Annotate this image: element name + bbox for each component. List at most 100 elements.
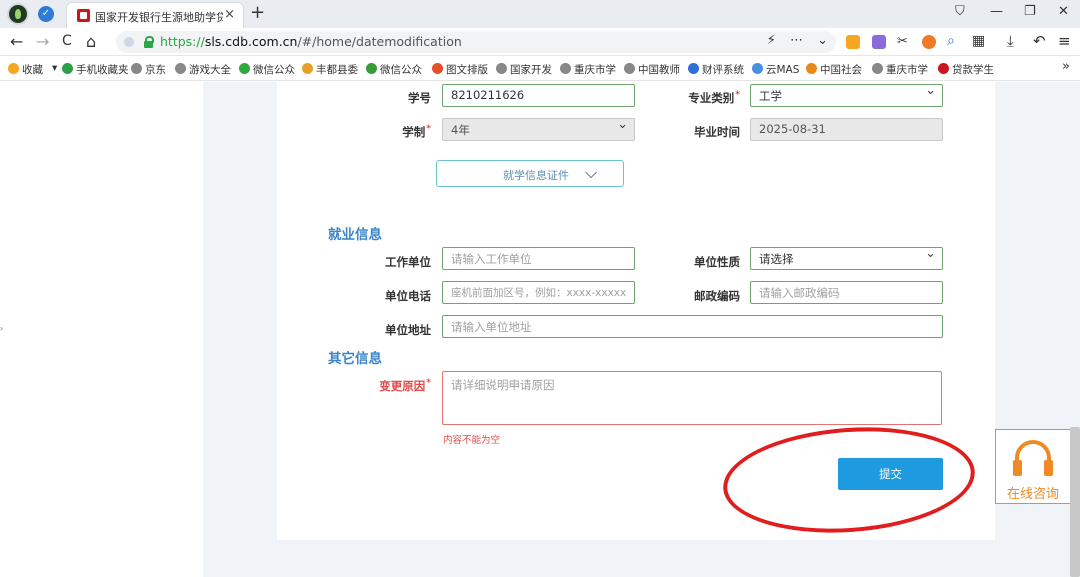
bookmark-item[interactable]: 收藏 <box>8 62 43 77</box>
employer-type-select[interactable]: 请选择 <box>750 247 943 270</box>
postal-code-input[interactable]: 请输入邮政编码 <box>750 281 943 304</box>
bookmark-icon <box>752 63 763 74</box>
employer-address-label: 单位地址 <box>385 323 431 337</box>
bookmark-item[interactable]: 丰都县委 <box>302 62 358 77</box>
undo-icon[interactable]: ↶ <box>1033 32 1046 50</box>
bookmark-label: 图文排版 <box>446 64 488 76</box>
bookmark-item[interactable]: 图文排版 <box>432 62 488 77</box>
bookmark-item[interactable]: 财评系统 <box>688 62 744 77</box>
restore-button[interactable]: ❐ <box>1024 4 1036 19</box>
extension-icon[interactable] <box>872 35 886 49</box>
address-bar-actions[interactable]: ⚡ ⋯ ⌄ <box>767 33 828 48</box>
browser-tab[interactable]: 国家开发银行生源地助学贷款 × <box>66 2 244 28</box>
shirt-skin-icon[interactable]: ⛉ <box>955 4 965 19</box>
bookmark-item[interactable]: 贷款学生 <box>938 62 994 77</box>
graduation-date-field[interactable]: 2025-08-31 <box>750 118 943 141</box>
back-button[interactable]: ← <box>10 32 23 51</box>
shield-icon[interactable]: ✓ <box>38 6 54 22</box>
home-button[interactable]: ⌂ <box>86 32 96 51</box>
change-reason-textarea[interactable]: 请详细说明申请原因 <box>442 371 942 425</box>
bookmark-label: 手机收藏夹 <box>76 64 129 76</box>
employer-phone-input[interactable]: 座机前面加区号，例如：xxxx-xxxxx <box>442 281 635 304</box>
url-text[interactable]: https://sls.cdb.com.cn/#/home/datemodifi… <box>160 34 462 49</box>
employer-label: 工作单位 <box>385 255 431 269</box>
bookmark-label: ▾ <box>52 62 58 74</box>
form-panel: 学号 8210211626 专业类别* 工学 学制* 4年 毕业时间 2025-… <box>277 82 995 541</box>
bookmark-item[interactable]: 中国社会 <box>806 62 862 77</box>
bookmark-item[interactable]: 云MAS <box>752 62 799 77</box>
bookmark-item[interactable]: 微信公众 <box>366 62 422 77</box>
bookmark-icon <box>496 63 507 74</box>
bookmark-label: 微信公众 <box>253 64 295 76</box>
study-certificate-label: 就学信息证件 <box>503 169 569 182</box>
bookmarks-more-button[interactable]: » <box>1062 59 1070 74</box>
bookmark-icon <box>175 63 186 74</box>
bookmark-item[interactable]: 国家开发 <box>496 62 552 77</box>
download-icon[interactable]: ⤓ <box>1007 32 1014 50</box>
bookmark-icon <box>560 63 571 74</box>
bookmarks-bar: 收藏 ▾ 手机收藏夹 京东 游戏大全 微信公众 丰都县委 微信公众 图文排版 国家开发 重庆市学 中国… <box>0 56 1080 81</box>
student-id-field[interactable]: 8210211626 <box>442 84 635 107</box>
forward-button[interactable]: → <box>36 32 49 51</box>
search-icon[interactable]: ⌕ <box>947 33 955 49</box>
bookmark-label: 云MAS <box>766 64 800 76</box>
graduation-label: 毕业时间 <box>694 125 740 139</box>
browser-logo-icon[interactable] <box>7 3 29 25</box>
new-tab-button[interactable]: + <box>250 2 265 23</box>
student-id-label: 学号 <box>408 91 431 105</box>
bookmark-label: 贷款学生 <box>952 64 994 76</box>
bookmark-icon <box>366 63 377 74</box>
bookmark-icon <box>938 63 949 74</box>
address-bar[interactable]: https://sls.cdb.com.cn/#/home/datemodifi… <box>116 31 836 53</box>
bookmark-label: 重庆市学 <box>574 64 616 76</box>
change-reason-error: 内容不能为空 <box>443 435 501 446</box>
bookmark-item[interactable]: 重庆市学 <box>872 62 928 77</box>
site-info-icon[interactable] <box>124 37 134 47</box>
bookmark-icon <box>302 63 313 74</box>
bookmark-icon <box>239 63 250 74</box>
other-section-title: 其它信息 <box>328 351 382 367</box>
apps-grid-icon[interactable]: ▦ <box>972 33 985 49</box>
bookmark-icon <box>8 63 19 74</box>
major-type-label: 专业类别* <box>688 90 740 105</box>
page-scrollbar[interactable] <box>1070 427 1080 577</box>
bookmark-label: 游戏大全 <box>189 64 231 76</box>
page-viewport: › 学号 8210211626 专业类别* 工学 学制* 4年 毕业时间 202… <box>0 82 1080 577</box>
highlight-circle <box>719 419 979 541</box>
bookmark-icon <box>131 63 142 74</box>
online-consult-widget[interactable]: 在线咨询 <box>995 429 1071 504</box>
online-consult-label: 在线咨询 <box>1006 487 1059 502</box>
tab-close-icon[interactable]: × <box>224 7 235 22</box>
reload-button[interactable]: C <box>62 33 72 49</box>
side-handle-icon[interactable]: › <box>0 324 3 333</box>
bookmark-label: 微信公众 <box>380 64 422 76</box>
bookmark-item[interactable]: 微信公众 <box>239 62 295 77</box>
bookmark-item[interactable]: ▾ <box>52 62 57 74</box>
bookmark-label: 中国社会 <box>820 64 862 76</box>
extension-icon[interactable] <box>922 35 936 49</box>
scissors-icon[interactable]: ✂ <box>897 34 908 49</box>
menu-icon[interactable]: ≡ <box>1058 32 1071 50</box>
close-window-button[interactable]: ✕ <box>1058 4 1069 19</box>
bookmark-label: 丰都县委 <box>316 64 358 76</box>
bookmark-icon <box>806 63 817 74</box>
bookmark-item[interactable]: 中国教师 <box>624 62 680 77</box>
employer-type-label: 单位性质 <box>694 255 740 269</box>
employer-address-input[interactable]: 请输入单位地址 <box>442 315 943 338</box>
minimize-button[interactable]: — <box>990 4 1003 19</box>
lock-icon[interactable] <box>144 36 154 48</box>
bookmark-item[interactable]: 手机收藏夹 <box>62 62 129 77</box>
bookmark-label: 国家开发 <box>510 64 552 76</box>
bookmark-label: 重庆市学 <box>886 64 928 76</box>
employer-input[interactable]: 请输入工作单位 <box>442 247 635 270</box>
study-certificate-toggle-button[interactable]: 就学信息证件 ⌵ <box>436 160 624 187</box>
bookmark-label: 中国教师 <box>638 64 680 76</box>
major-type-select[interactable]: 工学 <box>750 84 943 107</box>
postal-code-label: 邮政编码 <box>694 289 740 303</box>
bookmark-item[interactable]: 重庆市学 <box>560 62 616 77</box>
duration-select[interactable]: 4年 <box>442 118 635 141</box>
bookmark-item[interactable]: 京东 <box>131 62 166 77</box>
bookmark-item[interactable]: 游戏大全 <box>175 62 231 77</box>
left-gutter <box>0 82 203 577</box>
extension-icon[interactable] <box>846 35 860 49</box>
